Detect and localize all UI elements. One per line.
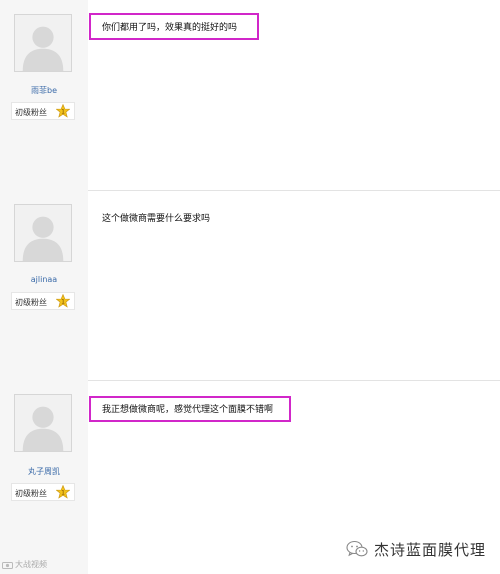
rank-label: 初级粉丝 <box>15 298 47 307</box>
rank-box: 初级粉丝 1 <box>11 102 75 120</box>
author-panel: 雨菲be 初级粉丝 1 <box>0 0 88 190</box>
rank-box: 初级粉丝 1 <box>11 483 75 501</box>
username[interactable]: 雨菲be <box>0 85 88 96</box>
watermark: 杰诗蓝面膜代理 <box>346 535 486 563</box>
username[interactable]: ajlinaa <box>0 275 88 284</box>
default-user-silhouette-icon <box>15 395 71 451</box>
star-badge-icon: 1 <box>56 294 70 308</box>
avatar[interactable] <box>14 14 72 72</box>
wechat-icon <box>346 540 368 557</box>
badge-level: 1 <box>61 299 65 306</box>
camera-icon <box>2 561 13 569</box>
avatar[interactable] <box>14 204 72 262</box>
post-1: 雨菲be 初级粉丝 1 你们都用了吗，效果真的挺好的吗 <box>0 0 500 190</box>
post-message: 你们都用了吗，效果真的挺好的吗 <box>102 23 238 33</box>
star-badge-icon: 1 <box>56 104 70 118</box>
post-message: 我正想做微商呢，感觉代理这个面膜不错啊 <box>102 405 274 415</box>
badge-level: 1 <box>61 109 65 116</box>
rank-label: 初级粉丝 <box>15 108 47 117</box>
footer-source-text: 大战视频 <box>15 560 47 569</box>
default-user-silhouette-icon <box>15 15 71 71</box>
footer-source: 大战视频 <box>2 559 47 570</box>
post-2: ajlinaa 初级粉丝 1 这个做微商需要什么要求吗 <box>0 190 500 380</box>
author-panel: 丸子周凯 初级粉丝 1 <box>0 380 88 574</box>
default-user-silhouette-icon <box>15 205 71 261</box>
rank-box: 初级粉丝 1 <box>11 292 75 310</box>
star-badge-icon: 1 <box>56 485 70 499</box>
badge-level: 1 <box>61 490 65 497</box>
watermark-text: 杰诗蓝面膜代理 <box>373 540 486 559</box>
author-panel: ajlinaa 初级粉丝 1 <box>0 190 88 380</box>
avatar[interactable] <box>14 394 72 452</box>
username[interactable]: 丸子周凯 <box>0 466 88 477</box>
rank-label: 初级粉丝 <box>15 489 47 498</box>
post-message: 这个做微商需要什么要求吗 <box>102 214 211 224</box>
